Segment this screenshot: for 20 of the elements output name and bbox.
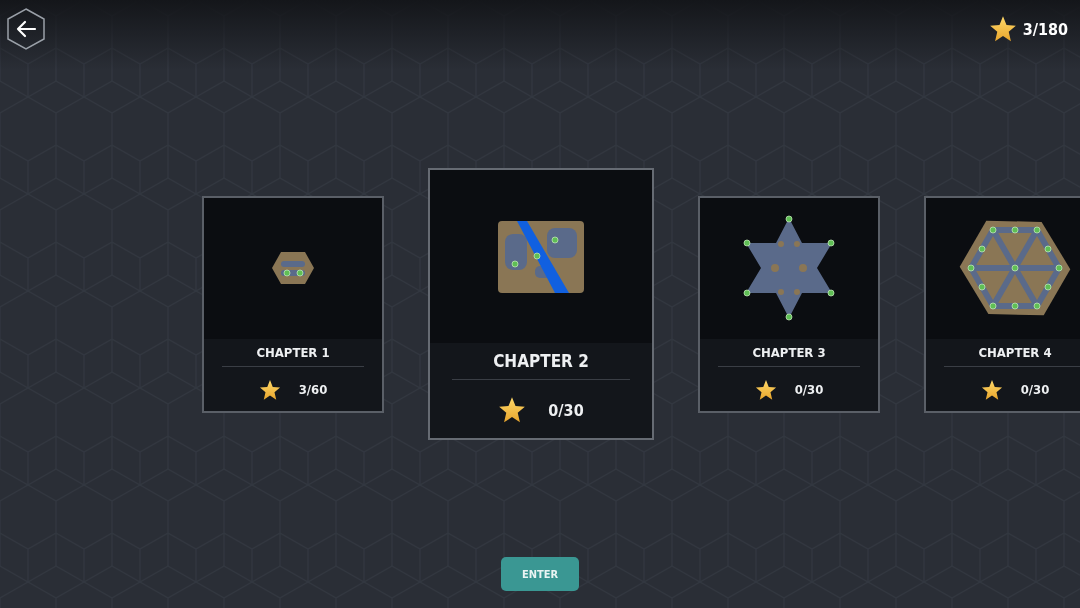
star-icon [258,378,281,401]
chapter-card[interactable]: CHAPTER 3 0/30 [698,195,880,413]
chapter-card[interactable]: CHAPTER 4 0/30 [924,195,1080,413]
star-count: 0/30 [548,400,584,420]
chapter-title: CHAPTER 2 [493,351,589,373]
star-icon [754,378,777,401]
chapter-title: CHAPTER 1 [256,344,330,362]
star-icon [988,15,1017,43]
chapter-title: CHAPTER 3 [752,344,826,362]
star-count: 3/60 [298,382,328,397]
chapter-card[interactable]: CHAPTER 1 3/60 [202,195,384,413]
star-count: 0/30 [1020,382,1050,397]
star-icon [980,378,1003,401]
star-count: 0/30 [794,382,824,397]
chapter-title: CHAPTER 4 [978,344,1052,362]
chapter-card[interactable]: CHAPTER 2 0/30 [428,168,654,440]
total-stars-count: 3/180 [1022,19,1068,39]
star-icon [498,396,527,424]
map-drawing [271,251,315,285]
back-button[interactable] [6,7,46,51]
